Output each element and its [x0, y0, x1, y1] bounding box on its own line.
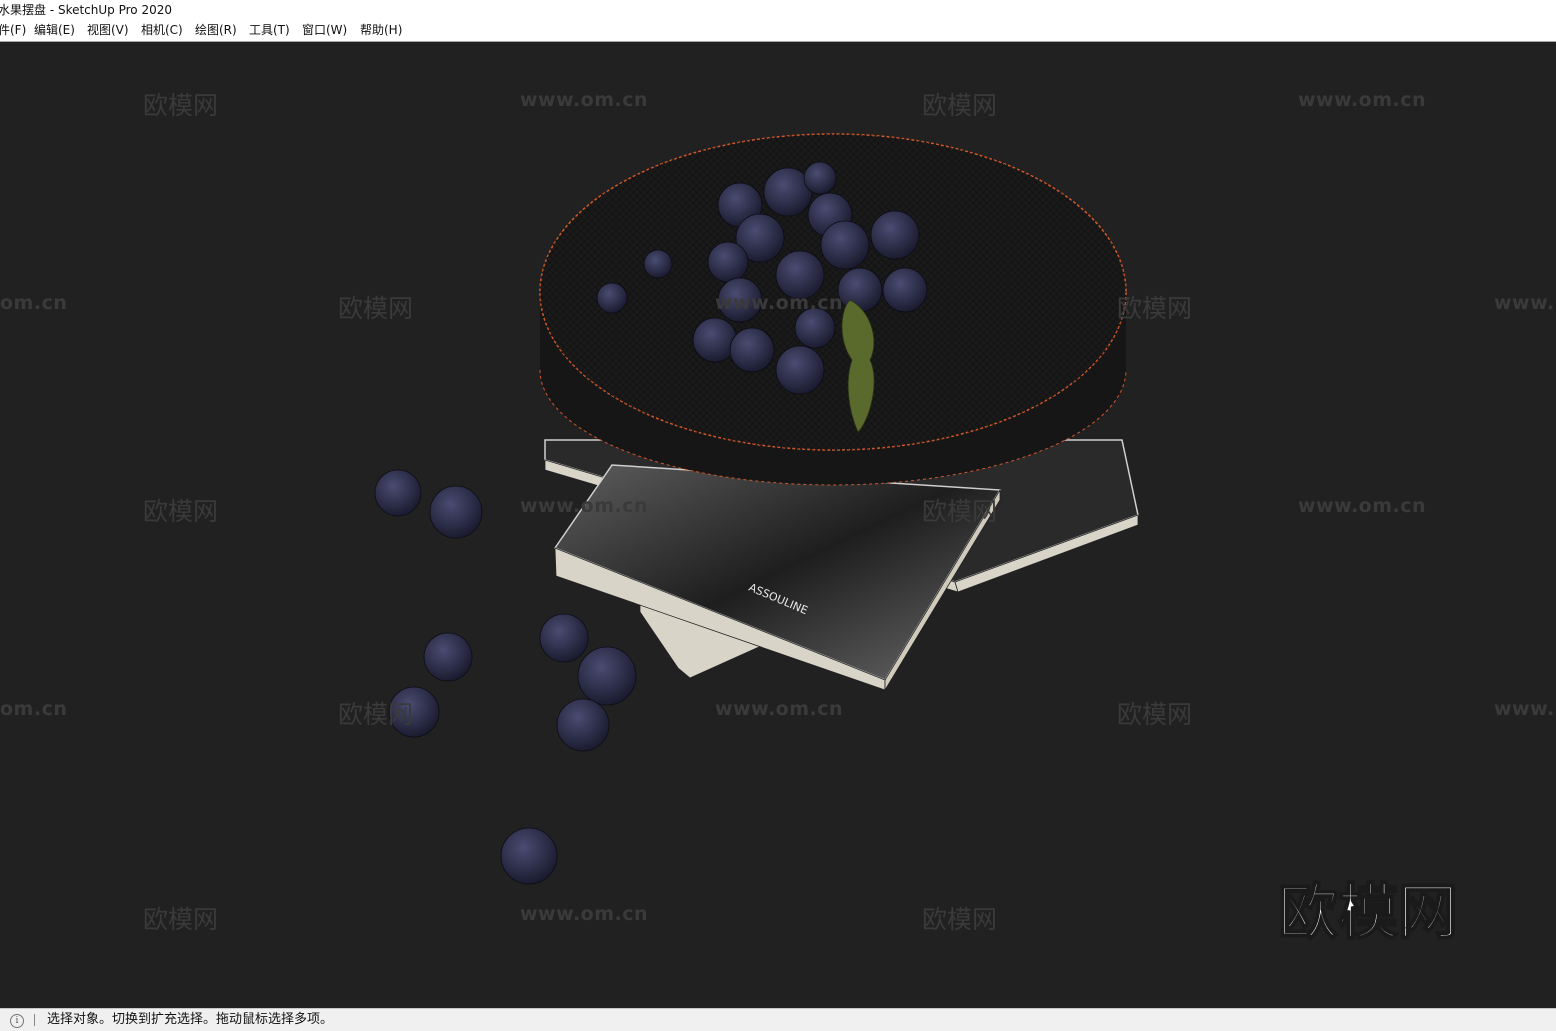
watermark-cn: 欧模网 — [143, 91, 219, 120]
watermark-cn: 欧模网 — [1117, 294, 1193, 323]
status-divider — [34, 1014, 35, 1026]
menu-edit[interactable]: 编辑(E) — [34, 20, 75, 41]
watermark-cn: 欧模网 — [922, 497, 998, 526]
status-bar: i 选择对象。切换到扩充选择。拖动鼠标选择多项。 — [0, 1008, 1556, 1031]
watermark-url: www.om.cn — [715, 292, 844, 314]
watermark-url: www.om.cn — [1298, 89, 1427, 111]
watermark-cn: 欧模网 — [338, 294, 414, 323]
watermark-url: www.om.cn — [520, 495, 649, 517]
watermark-url: www.om.cn — [520, 89, 649, 111]
watermark-cn: 欧模网 — [922, 91, 998, 120]
watermark-url: www.om.cn — [1298, 495, 1427, 517]
watermark-cn: 欧模网 — [143, 905, 219, 934]
watermark-cn: 欧模网 — [143, 497, 219, 526]
window-title: 水果摆盘 - SketchUp Pro 2020 — [0, 3, 172, 17]
menu-bar: 件(F) 编辑(E) 视图(V) 相机(C) 绘图(R) 工具(T) 窗口(W)… — [0, 20, 1556, 42]
status-text: 选择对象。切换到扩充选择。拖动鼠标选择多项。 — [47, 1012, 334, 1027]
brand-logo: 欧模网 — [1277, 877, 1459, 949]
menu-view[interactable]: 视图(V) — [87, 20, 129, 41]
model-viewport[interactable]: ASSOULINE 欧模网 www.om.cn 欧模网 www.om.cn om… — [0, 42, 1556, 1008]
watermark-url: www. — [1494, 698, 1555, 720]
menu-tools[interactable]: 工具(T) — [249, 20, 290, 41]
info-icon[interactable]: i — [10, 1014, 24, 1028]
watermark-url: www. — [1494, 292, 1555, 314]
watermark-url: www.om.cn — [520, 903, 649, 925]
menu-help[interactable]: 帮助(H) — [360, 20, 402, 41]
title-bar: 水果摆盘 - SketchUp Pro 2020 — [0, 0, 1556, 20]
watermark-cn: 欧模网 — [338, 700, 414, 729]
watermark-cn: 欧模网 — [922, 905, 998, 934]
menu-draw[interactable]: 绘图(R) — [195, 20, 237, 41]
watermark-cn: 欧模网 — [1117, 700, 1193, 729]
watermark-url: www.om.cn — [715, 698, 844, 720]
watermark-url: om.cn — [0, 292, 68, 314]
menu-camera[interactable]: 相机(C) — [141, 20, 183, 41]
menu-file[interactable]: 件(F) — [0, 20, 26, 41]
menu-window[interactable]: 窗口(W) — [302, 20, 347, 41]
watermark-url: om.cn — [0, 698, 68, 720]
